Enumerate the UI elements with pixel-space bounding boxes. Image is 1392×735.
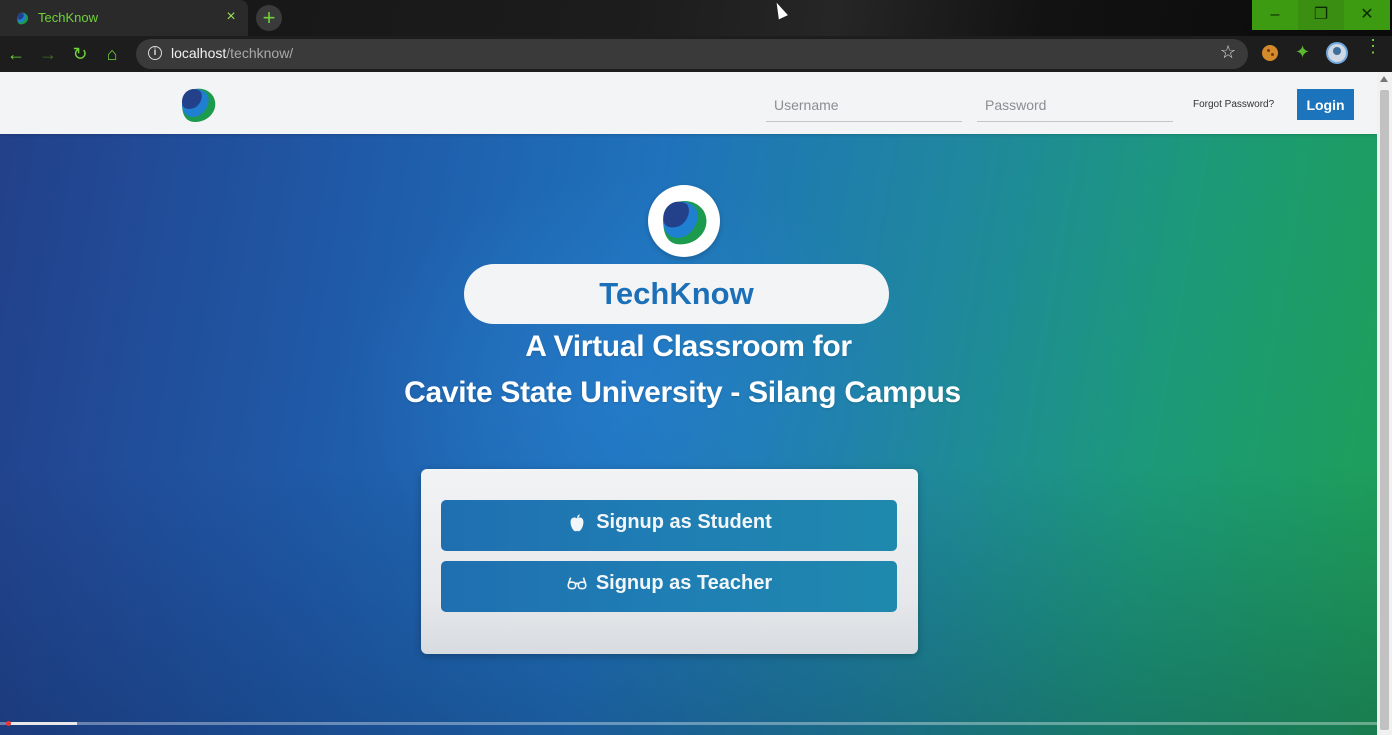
forgot-password-link[interactable]: Forgot Password?: [1193, 99, 1274, 110]
hero-logo-badge: [648, 185, 720, 257]
video-progress-handle[interactable]: [6, 721, 11, 726]
login-button[interactable]: Login: [1297, 89, 1354, 120]
site-header: Forgot Password? Login: [0, 72, 1377, 134]
scroll-up-icon[interactable]: [1380, 76, 1388, 82]
info-icon[interactable]: i: [148, 46, 162, 60]
password-input[interactable]: [977, 88, 1173, 122]
signup-student-label: Signup as Student: [596, 511, 772, 534]
url-path: /techknow/: [226, 45, 294, 61]
puzzle-extension-icon[interactable]: ✦: [1295, 42, 1310, 63]
tagline-line-2: Cavite State University - Silang Campus: [404, 376, 961, 409]
menu-icon[interactable]: ⋮: [1364, 37, 1382, 55]
tagline-line-1: A Virtual Classroom for: [525, 330, 852, 363]
browser-tab-bar: TechKnow × + – ❐ ✕: [0, 0, 1392, 36]
restore-button[interactable]: ❐: [1298, 0, 1344, 30]
brand-title: TechKnow: [464, 264, 889, 324]
signup-teacher-button[interactable]: Signup as Teacher: [441, 561, 897, 612]
home-button[interactable]: ⌂: [100, 42, 124, 66]
video-progress-bar[interactable]: [0, 721, 1377, 726]
glasses-icon: [567, 577, 587, 590]
browser-tab[interactable]: TechKnow ×: [0, 0, 248, 36]
close-window-button[interactable]: ✕: [1344, 0, 1390, 30]
techknow-logo-icon: [663, 200, 707, 245]
minimize-button[interactable]: –: [1252, 0, 1298, 30]
cookie-extension-icon[interactable]: [1262, 45, 1278, 61]
video-progress-fill: [8, 722, 77, 725]
page-viewport: Forgot Password? Login TechKnow A Virtua…: [0, 72, 1377, 735]
mouse-cursor-icon: [772, 0, 788, 20]
tab-close-icon[interactable]: ×: [222, 8, 240, 26]
reload-button[interactable]: ↻: [68, 42, 92, 66]
profile-avatar-icon[interactable]: [1326, 42, 1348, 64]
scroll-thumb[interactable]: [1380, 90, 1389, 730]
signup-student-button[interactable]: Signup as Student: [441, 500, 897, 551]
techknow-logo-icon: [17, 12, 29, 25]
apple-icon: [570, 514, 584, 531]
signup-teacher-label: Signup as Teacher: [595, 572, 773, 595]
address-bar[interactable]: [136, 39, 1248, 69]
new-tab-button[interactable]: +: [256, 5, 282, 31]
url-host: localhost: [171, 45, 227, 61]
page-scrollbar[interactable]: [1377, 72, 1392, 735]
signup-card: Signup as Student Signup as Teacher: [421, 469, 918, 654]
tab-title: TechKnow: [38, 10, 98, 25]
techknow-logo-icon[interactable]: [178, 84, 218, 124]
star-icon[interactable]: ☆: [1220, 42, 1236, 63]
username-input[interactable]: [766, 88, 962, 122]
url-text[interactable]: localhost/techknow/: [171, 45, 293, 61]
back-button[interactable]: ←: [4, 42, 28, 66]
forward-button[interactable]: →: [36, 42, 60, 66]
hero-section: TechKnow A Virtual Classroom for Cavite …: [0, 134, 1377, 735]
